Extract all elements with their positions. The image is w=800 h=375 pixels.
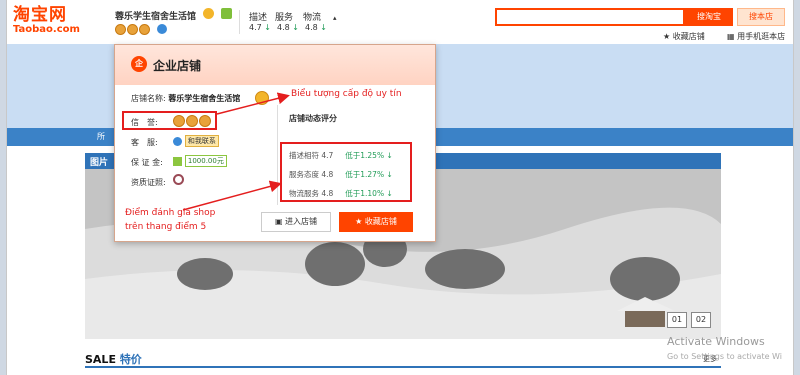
credit-arrow (216, 92, 290, 115)
annotation-arrows (182, 92, 290, 211)
page-frame: 淘宝网 Taobao.com 蓉乐学生宿舍生活馆 描述 服务 物流 4.7 ↓ … (6, 0, 794, 375)
score-arrow (182, 180, 282, 211)
